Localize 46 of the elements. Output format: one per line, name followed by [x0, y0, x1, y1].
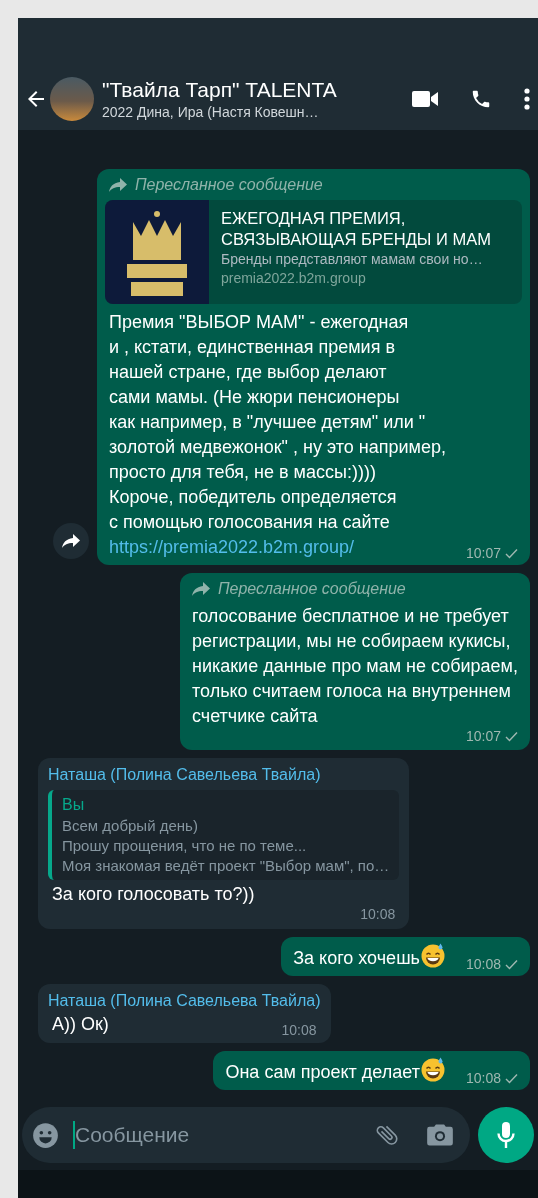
voice-message-button[interactable] — [478, 1107, 534, 1163]
sent-check-icon — [505, 547, 518, 559]
message-time: 10:08 — [465, 1069, 501, 1087]
grinning-sweat-face-icon — [419, 1056, 446, 1082]
camera-icon[interactable] — [426, 1122, 454, 1148]
sent-check-icon — [505, 958, 518, 970]
message-link[interactable]: https://premia2022.b2m.group/ — [108, 537, 355, 557]
link-preview[interactable]: ЕЖЕГОДНАЯ ПРЕМИЯ, СВЯЗЫВАЮЩАЯ БРЕНДЫ И МАМ Бренды представляют мамам свои но… premia2022.b2m.group — [104, 200, 522, 304]
quoted-message[interactable]: Вы Всем добрый день) Прошу прощения, что не по теме... Моя знакомая ведёт проект "Выбор мам", по… — [48, 790, 400, 880]
forwarded-label: Пересланное сообщение — [217, 579, 406, 599]
message-time: 10:08 — [281, 1021, 317, 1039]
message-text: голосование бесплатное и не требует регистрации, мы не собираем кукисы, никакие данные про мам не собираем, только считаем голоса на внутреннем счетчике сайта — [191, 606, 518, 726]
forwarded-icon — [191, 582, 210, 596]
message-text: А)) Ок) — [52, 1014, 109, 1034]
message-text: Премия "ВЫБОР МАМ" - ежегодная и , кстати, единственная премия в нашей стране, где выбор делают сами мамы. (Не жюри пенсионеры как например, в "лучшее детям" или " золотой медвежонок" , ну это например, просто для тебя, не в массы:)))) Короче, победитель определяется с помощью голосования на сайте — [108, 312, 446, 532]
group-title[interactable]: "Твайла Тарп" TALENTA — [102, 76, 388, 103]
emoji-icon[interactable] — [32, 1121, 59, 1149]
sender-name[interactable]: Наташа (Полина Савельева Твайла) — [48, 764, 400, 786]
message-time: 10:07 — [465, 727, 501, 745]
share-arrow-icon — [61, 534, 80, 548]
sent-check-icon — [505, 1072, 518, 1084]
forwarded-label: Пересланное сообщение — [134, 175, 323, 195]
message-time: 10:07 — [465, 544, 501, 562]
microphone-icon — [496, 1121, 516, 1149]
preview-description: Бренды представляют мамам свои но… — [220, 250, 484, 269]
grinning-sweat-face-icon — [419, 942, 446, 968]
more-options-icon[interactable] — [524, 88, 530, 110]
message-text: За кого хочешь — [293, 948, 420, 968]
quoted-author: Вы — [62, 795, 86, 815]
preview-title: ЕЖЕГОДНАЯ ПРЕМИЯ, СВЯЗЫВАЮЩАЯ БРЕНДЫ И МАМ — [220, 208, 491, 250]
group-members: 2022 Дина, Ира (Настя Ковешн… — [102, 102, 320, 122]
sent-check-icon — [505, 730, 518, 742]
group-avatar[interactable] — [50, 77, 94, 121]
video-call-icon[interactable] — [412, 90, 438, 108]
message-time: 10:08 — [465, 955, 501, 973]
message-input[interactable]: Сообщение — [75, 1119, 374, 1151]
preview-domain: premia2022.b2m.group — [220, 269, 367, 288]
forward-button[interactable] — [52, 523, 89, 559]
sender-name[interactable]: Наташа (Полина Савельева Твайла) — [48, 990, 321, 1012]
message-text: Она сам проект делает — [225, 1062, 420, 1082]
forwarded-icon — [108, 178, 127, 192]
phone-icon[interactable] — [470, 88, 492, 110]
message-time: 10:08 — [360, 905, 396, 923]
message-text: За кого голосовать то?)) — [52, 884, 255, 904]
quoted-text: Всем добрый день) Прошу прощения, что не по теме... Моя знакомая ведёт проект "Выбор мам", по… — [62, 816, 390, 876]
message-field[interactable]: Сообщение — [22, 1107, 470, 1163]
